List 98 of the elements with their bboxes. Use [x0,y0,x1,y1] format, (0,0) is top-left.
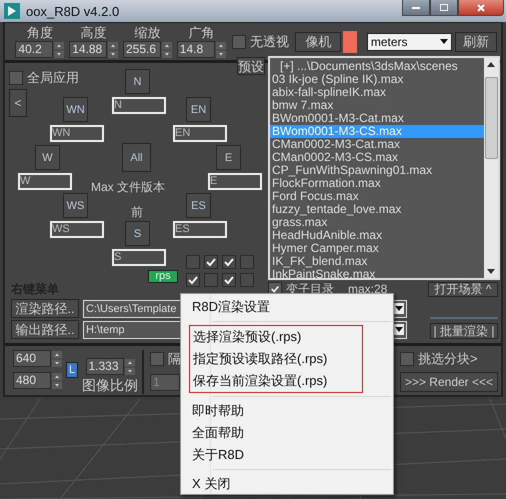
checkbox[interactable] [222,273,236,288]
spinner-arrows-icon[interactable] [162,42,172,58]
version-label: Max 文件版本 [91,179,166,196]
minimize-icon [412,6,420,8]
file-list-item[interactable]: [+] ...\Documents\3dsMax\scenes [270,60,484,74]
close-button[interactable] [458,0,504,16]
file-list-item[interactable]: HeadHudAnible.max [270,229,484,242]
minimize-button[interactable] [402,0,430,16]
preset-button[interactable]: 预设 [237,57,265,76]
field-label: 广角 [188,25,214,42]
direction-button[interactable]: S [125,221,150,246]
open-scene-button[interactable]: 打开场景 ^ [428,282,498,296]
menu-item[interactable]: 选择渲染预设(.rps) [192,326,362,348]
checkbox[interactable] [204,255,218,270]
direction-field[interactable]: E [208,173,262,190]
spinner-arrows-icon[interactable] [108,42,118,58]
field-label: 缩放 [134,25,160,42]
direction-field[interactable]: W [18,173,72,190]
window-title: oox_R8D v4.2.0 [26,4,120,18]
checkbox[interactable] [186,273,200,288]
direction-field[interactable]: ES [173,221,227,238]
rps-button[interactable]: rps [148,270,178,284]
checkbox[interactable] [9,71,23,86]
file-list-item[interactable]: Ford Focus.max [270,190,484,204]
path-button[interactable]: 输出路径.. [11,320,79,339]
file-list-item[interactable]: grass.max [270,216,484,230]
file-list-item[interactable]: Hymer Camper.max [270,242,484,256]
color-swatch[interactable] [343,30,357,53]
aspect-label: 图像比例 [82,377,138,395]
file-list-item[interactable]: bmw 7.max [270,99,484,112]
file-list-item[interactable]: abix-fall-splineIK.max [270,86,484,100]
file-list-item[interactable]: CMan0002-M3-CS.max [270,151,484,164]
refresh-button[interactable]: 刷新 [454,32,498,52]
back-button[interactable]: < [9,89,27,118]
scrollbar[interactable] [484,58,498,278]
maximize-icon [439,2,449,12]
direction-button[interactable]: All [122,143,151,172]
direction-button[interactable]: N [125,69,150,94]
path-button[interactable]: 渲染路径.. [11,299,79,318]
direction-button[interactable]: WS [63,193,88,218]
caret-icon [440,39,448,44]
batch-render-button[interactable]: | 批量渲染 | [430,323,498,339]
checkbox-label: 无透视 [250,32,290,51]
file-count: max:28 [348,282,388,296]
direction-button[interactable]: W [35,145,60,170]
checkbox-label: 挑选分块> [418,350,478,368]
file-list-item[interactable]: BWom0001-M3-CS.max [270,125,484,138]
checkbox[interactable] [204,273,218,288]
spinner-arrows-icon[interactable] [52,372,62,388]
menu-item[interactable]: 指定预设读取路径(.rps) [192,348,362,370]
checkbox[interactable] [400,352,414,366]
file-list-item[interactable]: CMan0002-M3-Cat.max [270,138,484,152]
camera-button[interactable]: 像机 [295,32,342,52]
checkbox[interactable] [232,34,246,49]
file-list-item[interactable]: IK_FK_blend.max [270,255,484,268]
spinner-arrows-icon[interactable] [124,358,134,374]
checkbox[interactable] [222,255,236,270]
direction-field[interactable]: WN [50,125,104,142]
checkbox-label: 隔 [168,350,181,368]
field-label: 角度 [26,25,53,42]
direction-field[interactable]: WS [50,221,104,238]
direction-button[interactable]: WN [63,97,88,122]
menu-item[interactable]: 即时帮助 [191,400,393,422]
maximize-button[interactable] [430,0,458,16]
menu-item[interactable]: 关于R8D [191,444,393,466]
file-list-item[interactable]: fuzzy_tentade_love.max [270,203,484,216]
checkbox[interactable] [240,273,254,288]
checkbox-label: 全局应用 [27,69,79,88]
direction-button[interactable]: E [216,145,241,170]
render-button[interactable]: >>> Render <<< [400,372,498,392]
close-icon [476,2,486,12]
lock-button[interactable]: L [66,362,78,378]
field-label: 高度 [80,25,107,42]
direction-field[interactable]: N [112,97,166,114]
spinner-arrows-icon[interactable] [54,42,64,58]
checkbox[interactable] [150,352,164,366]
app-icon [4,3,20,19]
units-dropdown[interactable]: meters [366,32,452,51]
file-list-item[interactable]: BWom0001-M3-Cat.max [270,112,484,126]
checkbox[interactable] [240,255,254,270]
direction-field[interactable]: S [112,249,166,266]
spinner-arrows-icon[interactable] [216,42,226,58]
spinner-arrows-icon[interactable] [52,350,62,366]
menu-item[interactable]: 全面帮助 [191,422,393,444]
scroll-up-icon[interactable] [487,62,495,68]
direction-button[interactable]: EN [186,97,211,122]
checkbox[interactable] [186,255,200,270]
file-list-item[interactable]: InkPaintSnake.max [270,268,484,278]
scroll-down-icon[interactable] [487,269,495,274]
menu-item[interactable]: 保存当前渲染设置(.rps) [192,370,362,392]
file-list-item[interactable]: FlockFormation.max [270,177,484,190]
menu-item[interactable]: R8D渲染设置 [191,296,393,318]
file-list-item[interactable]: CP_FunWithSpawning01.max [270,164,484,178]
direction-field[interactable]: EN [173,125,227,142]
menu-item[interactable]: X 关闭 [191,473,393,495]
direction-button[interactable]: ES [186,193,211,218]
front-label: 前 [131,204,143,222]
file-list-item[interactable]: 03 Ik-joe (Spline IK).max [270,73,484,86]
